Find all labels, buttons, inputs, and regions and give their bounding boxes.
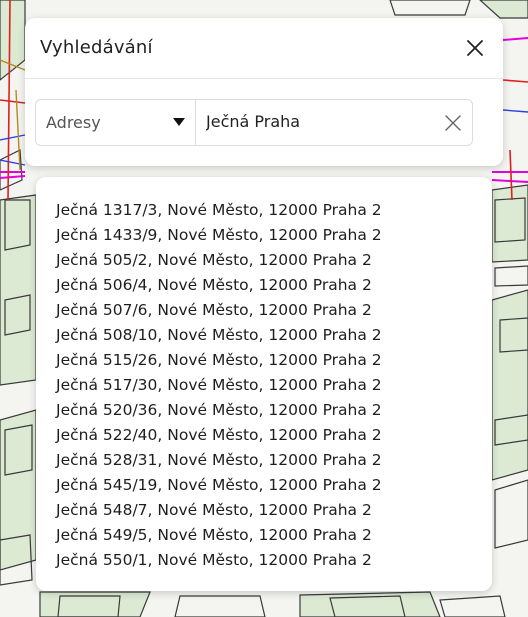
close-button[interactable] (465, 38, 485, 58)
result-item[interactable]: Ječná 548/7, Nové Město, 12000 Praha 2 (56, 498, 492, 523)
result-item[interactable]: Ječná 508/10, Nové Město, 12000 Praha 2 (56, 323, 492, 348)
result-item[interactable]: Ječná 506/4, Nové Město, 12000 Praha 2 (56, 273, 492, 298)
search-input[interactable] (196, 100, 446, 143)
result-item[interactable]: Ječná 1433/9, Nové Město, 12000 Praha 2 (56, 223, 492, 248)
result-item[interactable]: Ječná 545/19, Nové Město, 12000 Praha 2 (56, 473, 492, 498)
search-input-wrapper (196, 100, 472, 145)
result-item[interactable]: Ječná 528/31, Nové Město, 12000 Praha 2 (56, 448, 492, 473)
result-item[interactable]: Ječná 505/2, Nové Město, 12000 Praha 2 (56, 248, 492, 273)
search-row: Adresy (35, 99, 473, 146)
search-panel: Vyhledávání Adresy (25, 18, 503, 166)
result-item[interactable]: Ječná 507/6, Nové Město, 12000 Praha 2 (56, 298, 492, 323)
result-item[interactable]: Ječná 1317/3, Nové Město, 12000 Praha 2 (56, 198, 492, 223)
result-item[interactable]: Ječná 550/1, Nové Město, 12000 Praha 2 (56, 548, 492, 573)
search-type-select[interactable]: Adresy (36, 100, 196, 145)
close-icon (467, 40, 483, 56)
search-type-value: Adresy (46, 113, 101, 132)
results-dropdown: Ječná 1317/3, Nové Město, 12000 Praha 2 … (36, 177, 492, 591)
result-item[interactable]: Ječná 522/40, Nové Město, 12000 Praha 2 (56, 423, 492, 448)
result-item[interactable]: Ječná 549/5, Nové Město, 12000 Praha 2 (56, 523, 492, 548)
clear-icon (445, 115, 461, 131)
caret-down-icon (173, 118, 185, 126)
result-item[interactable]: Ječná 517/30, Nové Město, 12000 Praha 2 (56, 373, 492, 398)
clear-button[interactable] (444, 114, 462, 132)
result-item[interactable]: Ječná 520/36, Nové Město, 12000 Praha 2 (56, 398, 492, 423)
panel-title: Vyhledávání (40, 37, 153, 58)
result-item[interactable]: Ječná 515/26, Nové Město, 12000 Praha 2 (56, 348, 492, 373)
panel-header: Vyhledávání (25, 18, 503, 79)
result-list: Ječná 1317/3, Nové Město, 12000 Praha 2 … (36, 177, 492, 573)
